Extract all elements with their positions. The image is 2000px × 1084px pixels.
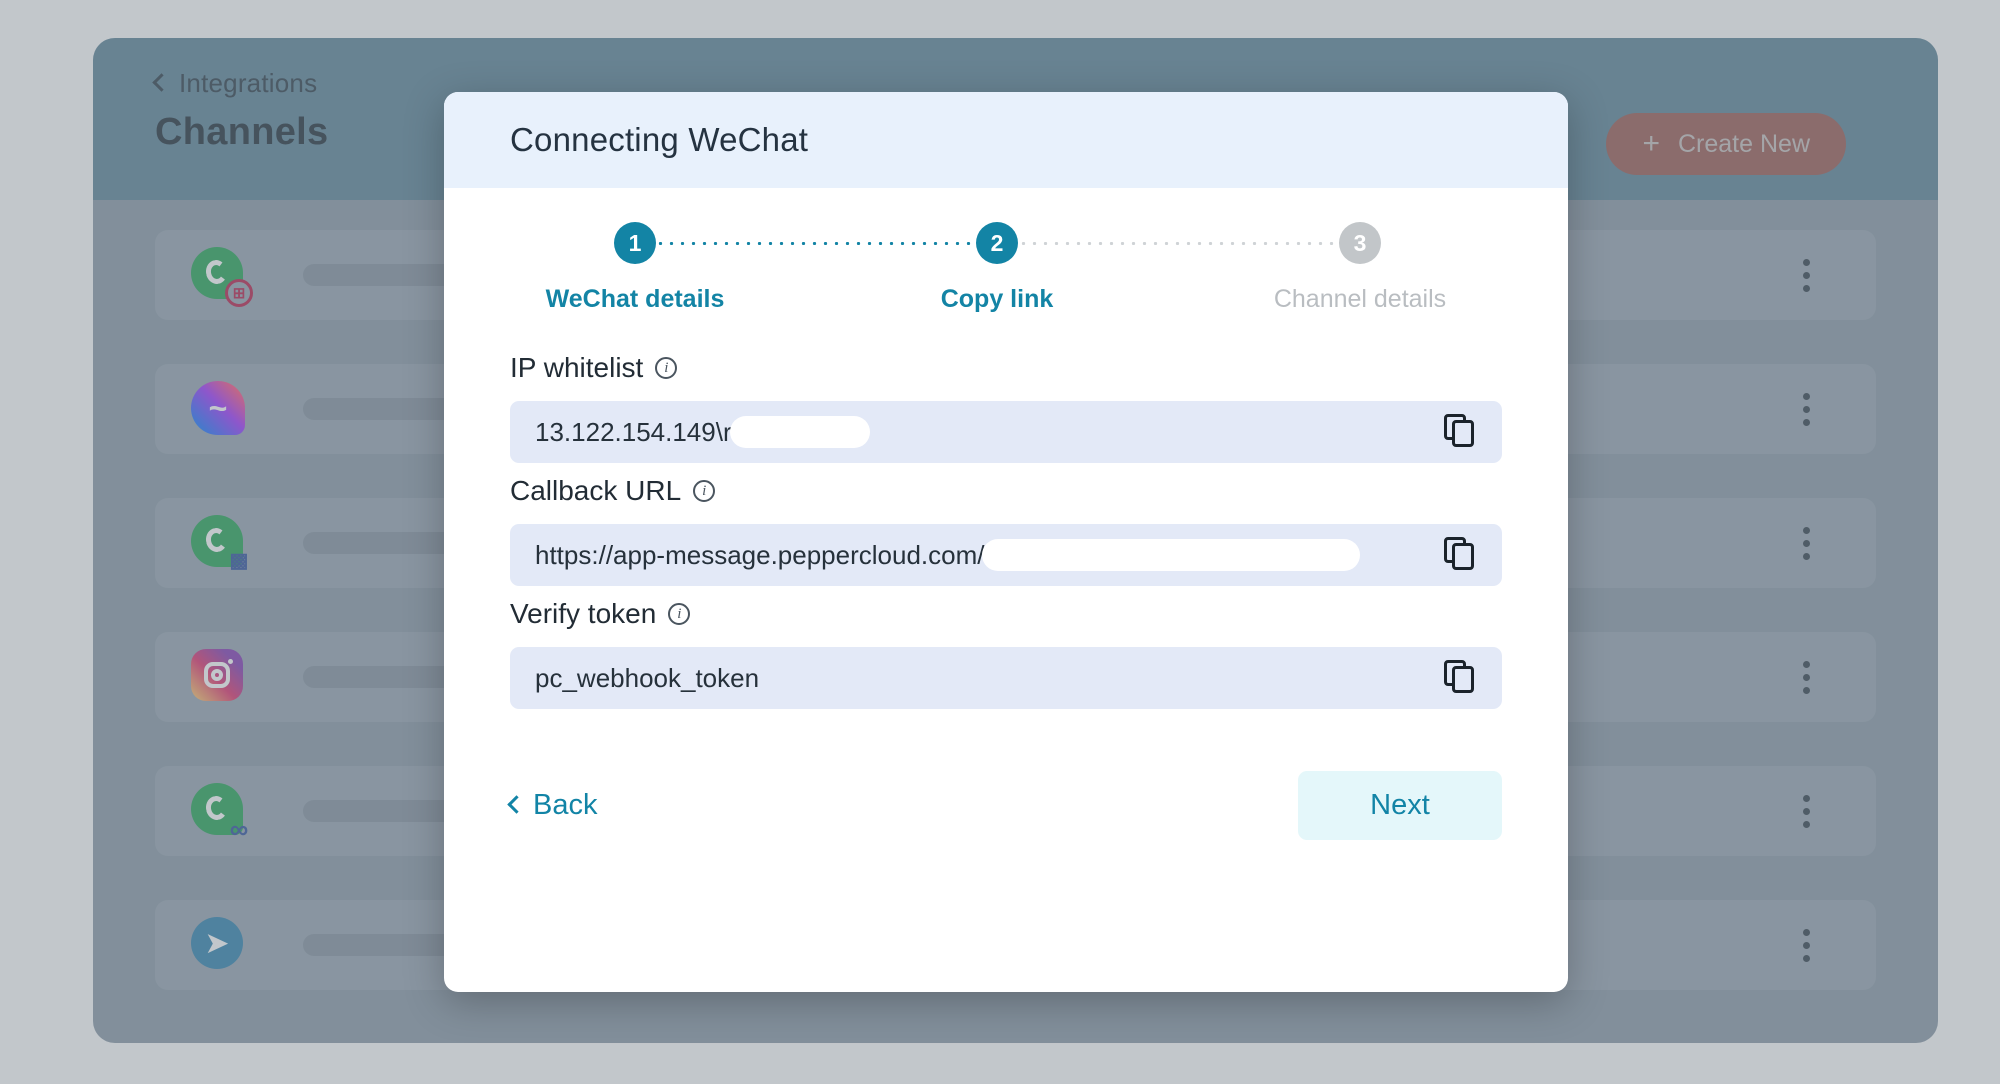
ip-whitelist-value: 13.122.154.149\r [535, 416, 732, 447]
verify-token-label-row: Verify token i [510, 598, 1502, 630]
step-indicator: 1 WeChat details 2 Copy link 3 Channel d… [510, 222, 1502, 352]
next-button[interactable]: Next [1298, 771, 1502, 840]
ip-whitelist-field: IP whitelist i 13.122.154.149\r [510, 352, 1502, 463]
verify-token-value: pc_webhook_token [535, 662, 760, 693]
info-icon[interactable]: i [655, 357, 678, 379]
copy-icon[interactable] [1444, 537, 1480, 573]
step-2-circle: 2 [976, 222, 1018, 264]
info-icon[interactable]: i [693, 480, 716, 502]
ip-whitelist-label-row: IP whitelist i [510, 352, 1502, 384]
ip-whitelist-label: IP whitelist [510, 352, 644, 383]
copy-icon[interactable] [1444, 660, 1480, 696]
dialog-title: Connecting WeChat [510, 121, 809, 158]
copy-icon[interactable] [1444, 414, 1480, 450]
step-1-wechat-details[interactable]: 1 WeChat details [520, 222, 750, 314]
step-3-label: Channel details [1273, 285, 1447, 313]
callback-url-label-row: Callback URL i [510, 475, 1502, 507]
callback-url-input[interactable]: https://app-message.peppercloud.com/ [510, 524, 1502, 586]
dialog-body: 1 WeChat details 2 Copy link 3 Channel d… [444, 222, 1568, 840]
redacted-region [982, 539, 1361, 571]
redacted-region [729, 416, 870, 448]
connecting-wechat-dialog: Connecting WeChat 1 WeChat details 2 Cop… [444, 92, 1568, 992]
chevron-left-icon [507, 795, 526, 814]
callback-url-field: Callback URL i https://app-message.peppe… [510, 475, 1502, 586]
back-label: Back [533, 789, 598, 821]
step-connector-1-2 [655, 242, 973, 245]
step-3-circle: 3 [1339, 222, 1381, 264]
step-connector-2-3 [1018, 242, 1336, 245]
step-2-label: Copy link [940, 285, 1054, 313]
info-icon[interactable]: i [668, 603, 691, 625]
verify-token-label: Verify token [510, 598, 657, 629]
step-1-label: WeChat details [545, 285, 725, 313]
verify-token-field: Verify token i pc_webhook_token [510, 598, 1502, 709]
dialog-header: Connecting WeChat [444, 92, 1568, 188]
step-1-circle: 1 [614, 222, 656, 264]
verify-token-input[interactable]: pc_webhook_token [510, 647, 1502, 709]
dialog-footer: Back Next [507, 771, 1502, 840]
callback-url-value: https://app-message.peppercloud.com/ [535, 539, 985, 570]
ip-whitelist-input[interactable]: 13.122.154.149\r [510, 401, 1502, 463]
step-3-channel-details[interactable]: 3 Channel details [1245, 222, 1475, 314]
back-button[interactable]: Back [507, 789, 598, 822]
step-2-copy-link[interactable]: 2 Copy link [882, 222, 1112, 314]
callback-url-label: Callback URL [510, 475, 682, 506]
